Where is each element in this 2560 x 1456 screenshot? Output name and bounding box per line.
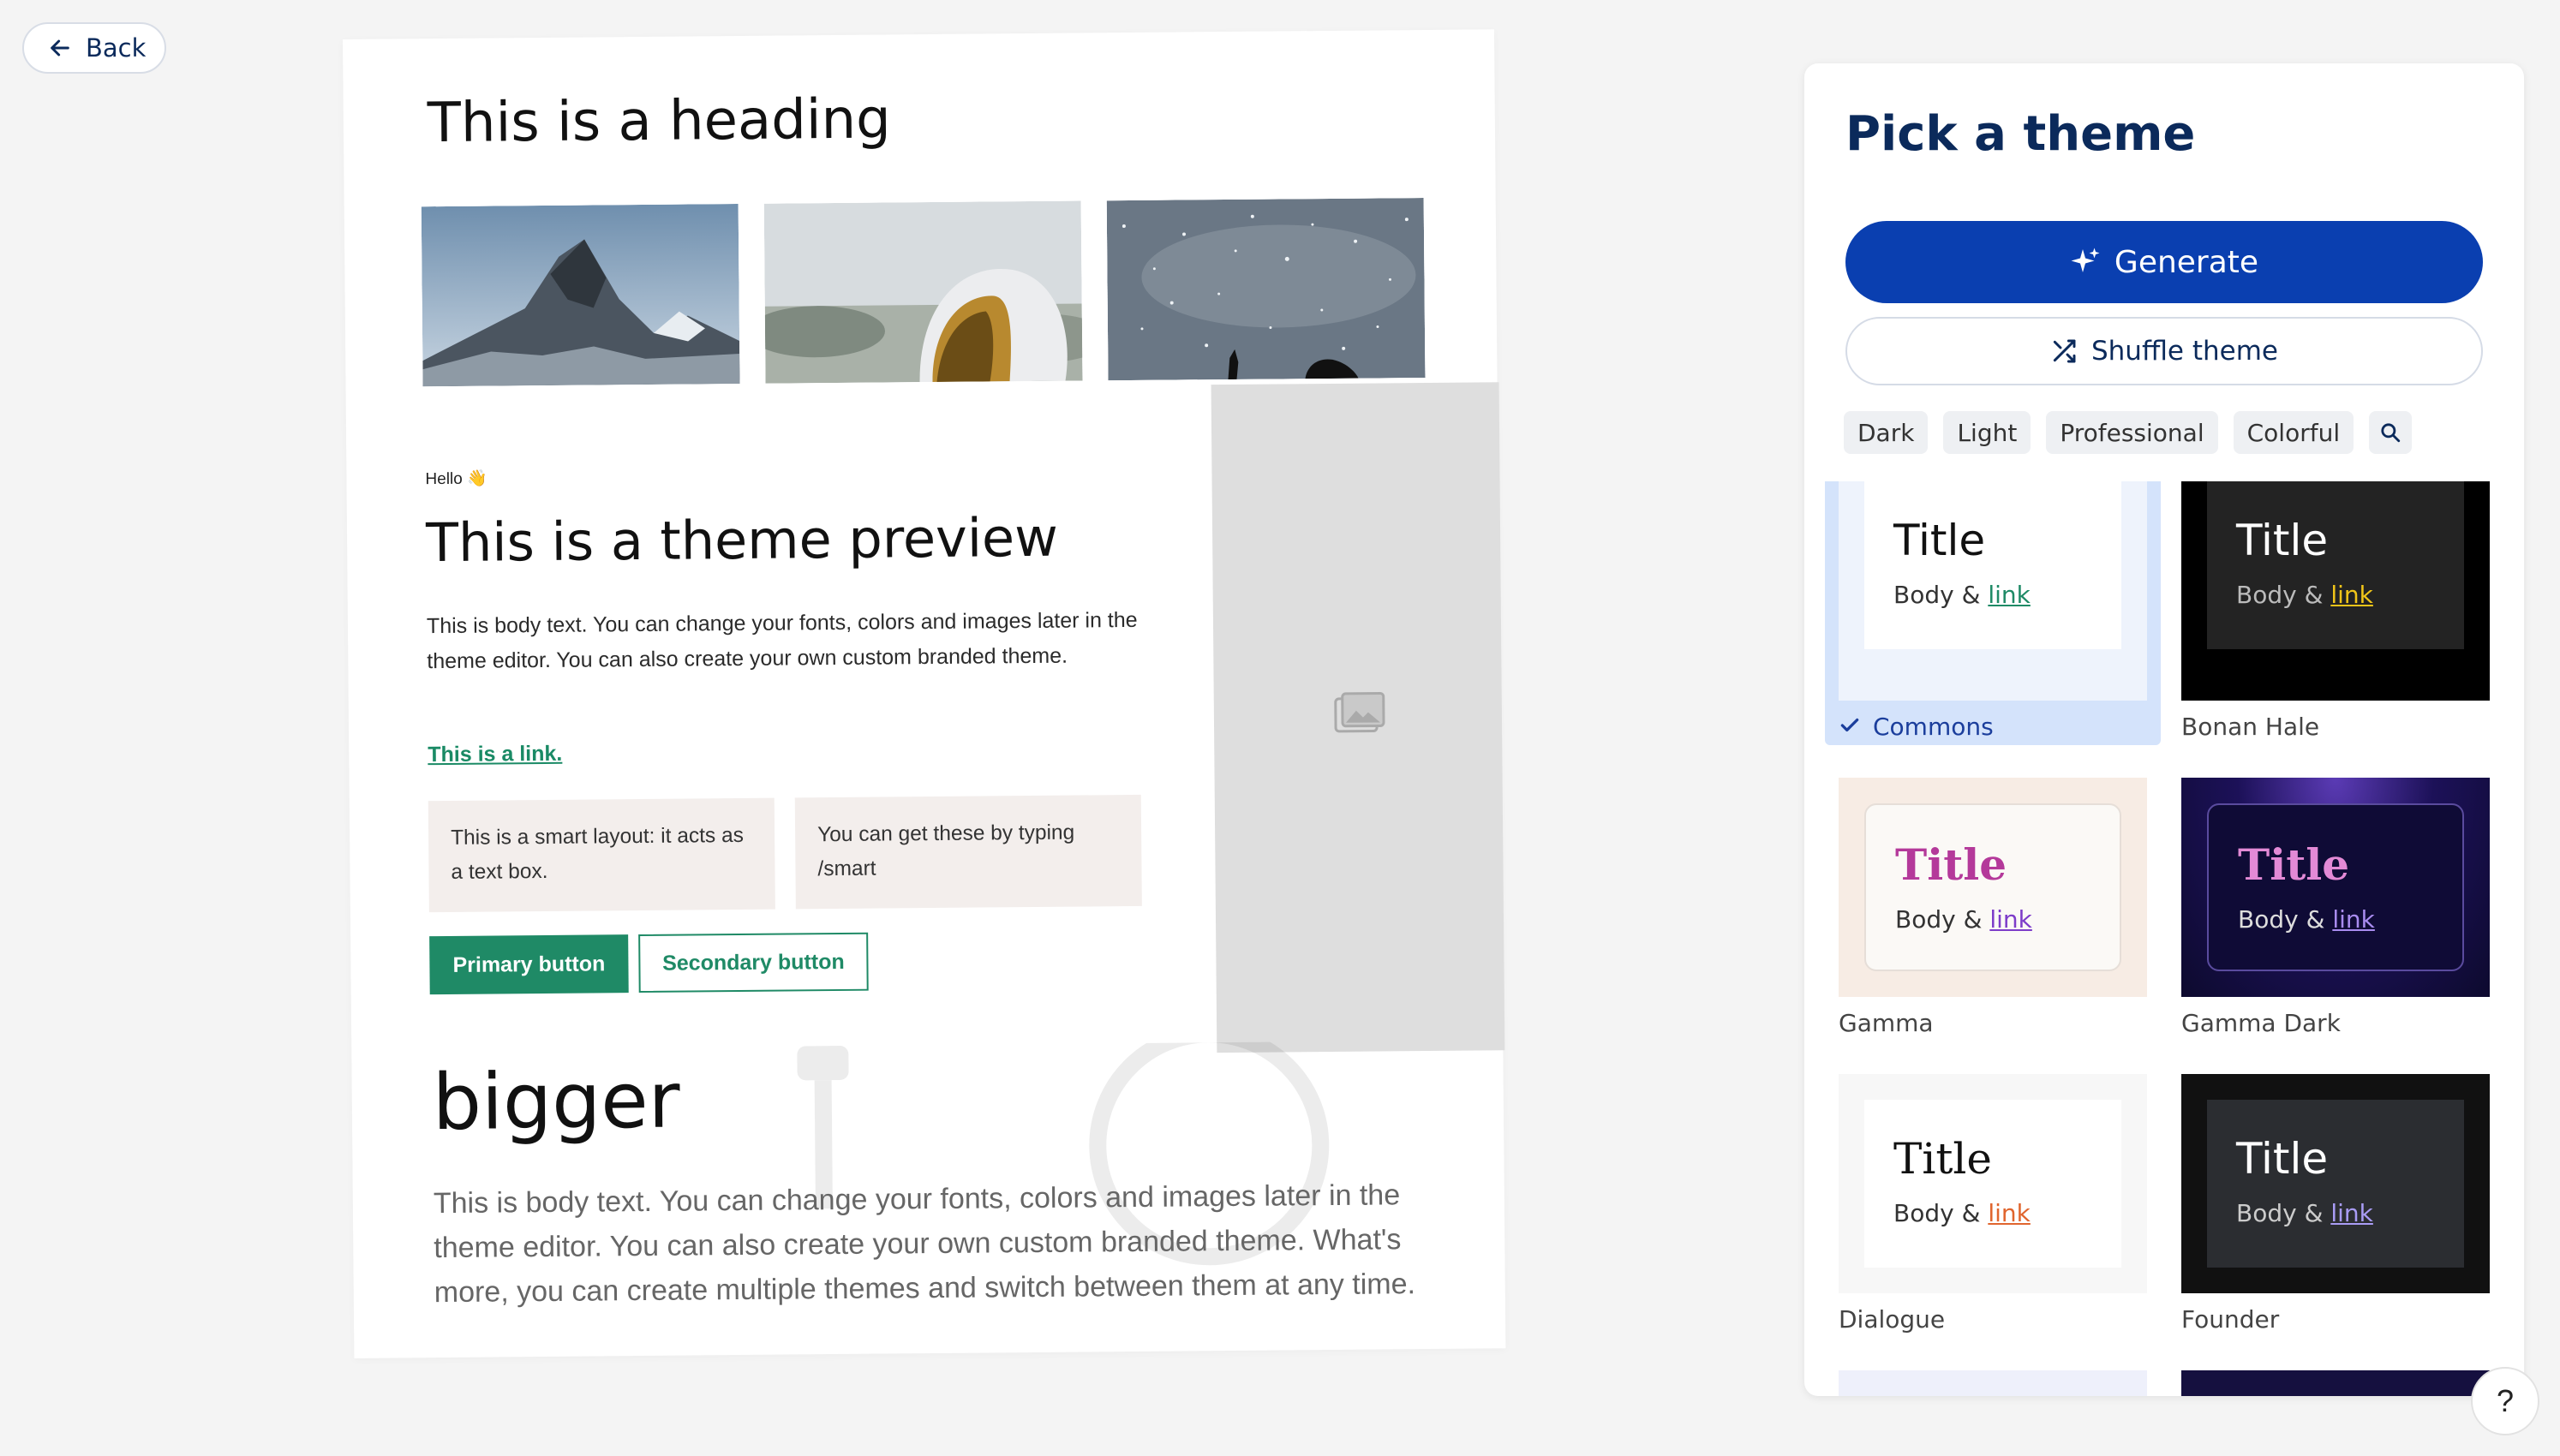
theme-sample-body: Body &: [2236, 581, 2324, 609]
smart-layout-box: This is a smart layout: it acts as a tex…: [428, 797, 775, 913]
theme-sample-title: Title: [1895, 839, 2007, 890]
theme-sample-link: link: [1988, 581, 2031, 609]
back-label: Back: [86, 33, 147, 63]
theme-name: Founder: [2181, 1305, 2280, 1334]
theme-name: Dialogue: [1839, 1305, 1946, 1334]
theme-sample-body: Body &: [1895, 905, 1983, 934]
search-themes-button[interactable]: [2369, 411, 2413, 454]
preview-link[interactable]: This is a link.: [428, 742, 562, 767]
theme-sample-link: link: [2330, 581, 2373, 609]
theme-name: Bonan Hale: [2181, 713, 2320, 741]
theme-sample-link: link: [1988, 1199, 2031, 1227]
theme-sample-link: link: [1989, 905, 2032, 934]
theme-picker-panel: Pick a theme Generate Shuffle theme Dark…: [1804, 63, 2524, 1396]
shuffle-icon: [2053, 339, 2076, 363]
theme-sample-title: Title: [2236, 516, 2329, 565]
search-icon: [2381, 423, 2401, 443]
theme-preview-card: This is a heading Hello 👋 This is a them…: [343, 29, 1506, 1358]
theme-sample-title: Title: [1893, 516, 1986, 565]
filter-colorful[interactable]: Colorful: [2233, 411, 2354, 454]
preview-title: This is a theme preview: [425, 505, 1059, 575]
theme-sample-title: Title: [2238, 839, 2350, 890]
panel-title: Pick a theme: [1845, 106, 2196, 162]
preview-body-text: This is body text. You can change your f…: [426, 607, 1138, 674]
theme-sample-body: Body &: [1893, 1199, 1981, 1227]
shuffle-theme-button[interactable]: Shuffle theme: [1845, 317, 2483, 385]
theme-name: Gamma: [1839, 1009, 1934, 1037]
theme-sample-body: Body &: [1893, 581, 1981, 609]
secondary-button[interactable]: Secondary button: [638, 932, 869, 994]
starry-sky-image: [1106, 197, 1426, 381]
theme-sample-body: Body &: [2236, 1199, 2324, 1227]
primary-button[interactable]: Primary button: [429, 934, 629, 995]
sparkle-icon: [2071, 248, 2100, 272]
check-icon: [1840, 718, 1859, 732]
theme-filters: Dark Light Professional Colorful: [1844, 411, 2413, 454]
theme-thumbnail: Title Body & link: [2181, 778, 2490, 997]
bigger-heading: bigger: [432, 1055, 681, 1149]
filter-light[interactable]: Light: [1943, 411, 2031, 454]
theme-name: Gamma Dark: [2181, 1009, 2341, 1037]
theme-sample-body: Body &: [2238, 905, 2325, 934]
theme-name: Commons: [1873, 713, 1994, 741]
photo-strip: [421, 197, 1426, 387]
astronaut-image: [763, 200, 1083, 384]
help-button[interactable]: ?: [2471, 1367, 2539, 1435]
theme-thumbnail: [2181, 1370, 2490, 1396]
theme-sample-link: link: [2332, 905, 2375, 934]
filter-professional[interactable]: Professional: [2046, 411, 2218, 454]
theme-sample-link: link: [2330, 1199, 2373, 1227]
theme-grid: Title Body & link Commons Title Body & l…: [1804, 481, 2524, 1396]
theme-thumbnail: Title Body & link: [1839, 1074, 2147, 1293]
shuffle-label: Shuffle theme: [2090, 336, 2278, 367]
arrow-left-icon: [51, 39, 69, 57]
theme-thumbnail: Title Body & link: [2181, 481, 2490, 701]
generate-label: Generate: [2114, 244, 2259, 280]
theme-thumbnail: Title Body & link: [2181, 1074, 2490, 1293]
theme-thumbnail: [1839, 1370, 2147, 1396]
image-placeholder[interactable]: [1211, 382, 1505, 1053]
theme-thumbnail: Title Body & link: [1839, 778, 2147, 997]
preview-heading: This is a heading: [427, 87, 892, 156]
image-placeholder-icon: [1334, 691, 1385, 733]
theme-sample-title: Title: [1893, 1134, 1993, 1184]
mountain-image: [421, 203, 740, 387]
theme-thumbnail: Title Body & link: [1839, 481, 2147, 701]
filter-dark[interactable]: Dark: [1844, 411, 1929, 454]
bigger-body-text: This is body text. You can change your f…: [433, 1179, 1416, 1310]
smart-layout-box: You can get these by typing /smart: [794, 794, 1142, 910]
hello-label: Hello 👋: [425, 469, 487, 489]
generate-button[interactable]: Generate: [1845, 221, 2483, 303]
theme-sample-title: Title: [2236, 1134, 2329, 1184]
back-button[interactable]: Back: [22, 22, 166, 74]
